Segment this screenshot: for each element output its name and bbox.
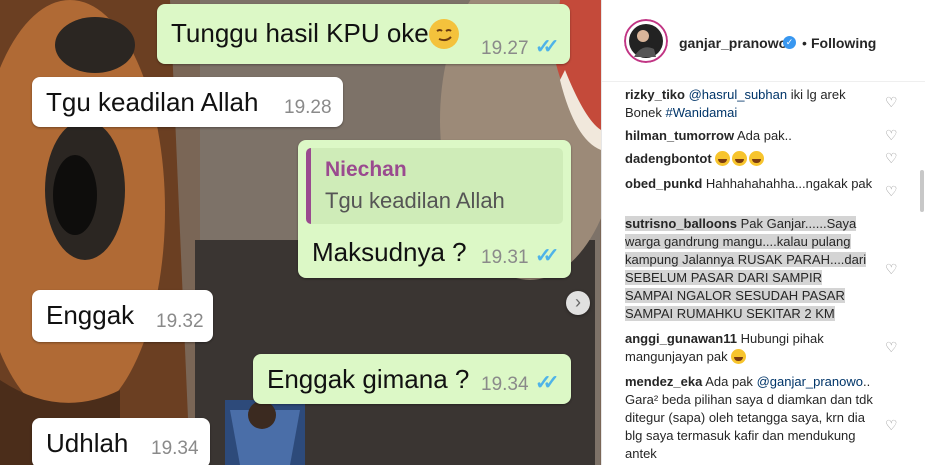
comment-username[interactable]: obed_punkd [625,176,702,191]
comment-username[interactable]: dadengbontot [625,151,712,166]
comment-username[interactable]: mendez_eka [625,374,702,389]
comment-item: dadengbontot [625,150,873,168]
message-time: 19.34 [151,438,199,459]
scrollbar[interactable] [920,170,924,212]
heart-icon[interactable]: ♡ [885,150,898,167]
message-text: Enggak gimana ? [267,364,470,394]
message-text: Maksudnya ? [312,237,467,267]
chat-bubble-outgoing: Enggak gimana ? 19.34 ✓✓ [253,354,571,404]
comment-item: mendez_eka Ada pak @ganjar_pranowo.. Gar… [625,373,873,463]
heart-icon[interactable]: ♡ [885,127,898,144]
separator-dot: • [802,35,807,51]
message-text: Enggak [46,300,135,330]
profile-username[interactable]: ganjar_pranowo [679,35,787,51]
comments-list[interactable]: rizky_tiko @hasrul_subhan iki lg arek Bo… [602,82,925,465]
comment-text: Ada pak.. [736,128,792,143]
message-time: 19.31 [481,247,529,268]
post-header: ganjar_pranowo ✓ • Following [602,0,925,82]
comment-mention[interactable]: @hasrul_subhan [689,87,787,102]
double-check-icon: ✓✓ [535,245,559,267]
laughing-emoji-icon [731,349,747,364]
post-image: Tunggu hasil KPU oke 19.27 ✓✓ Tgu keadil… [0,0,601,465]
heart-icon[interactable]: ♡ [885,417,898,434]
quote-text: Tgu keadilan Allah [325,188,505,213]
comment-text: Pak Ganjar......Saya warga gandrung mang… [625,216,867,321]
comment-mention[interactable]: @ganjar_pranowo [757,374,863,389]
message-text: Tunggu hasil KPU oke [171,18,429,48]
quoted-message: Niechan Tgu keadilan Allah [306,148,563,224]
avatar[interactable] [624,19,668,63]
heart-icon[interactable]: ♡ [885,183,898,200]
heart-icon[interactable]: ♡ [885,261,898,278]
chat-bubble-outgoing: Tunggu hasil KPU oke 19.27 ✓✓ [157,4,570,64]
chat-bubble-incoming: Udhlah 19.34 [32,418,210,465]
laughing-emoji-icon [749,151,765,166]
double-check-icon: ✓✓ [535,372,559,394]
message-time: 19.32 [156,311,204,332]
comment-hashtag[interactable]: #Wanidamai [665,105,737,120]
comment-username[interactable]: anggi_gunawan11 [625,331,737,346]
laughing-emoji-icon [715,151,731,166]
message-text: Udhlah [46,428,129,458]
comment-item: sutrisno_balloons Pak Ganjar......Saya w… [625,215,873,323]
chevron-right-icon[interactable]: › [566,291,590,315]
comment-item: rizky_tiko @hasrul_subhan iki lg arek Bo… [625,86,873,122]
comment-text: Ada pak [705,374,753,389]
comment-username[interactable]: sutrisno_balloons [625,216,737,231]
double-check-icon: ✓✓ [535,36,559,58]
heart-icon[interactable]: ♡ [885,339,898,356]
comment-text: Hahhahahahha...ngakak pak [705,176,873,191]
message-text: Tgu keadilan Allah [46,87,259,117]
message-time: 19.34 [481,374,529,395]
post-sidebar: ganjar_pranowo ✓ • Following rizky_tiko … [601,0,925,465]
message-time: 19.27 [481,38,529,59]
chat-bubble-incoming: Tgu keadilan Allah 19.28 [32,77,343,127]
comment-username[interactable]: rizky_tiko [625,87,685,102]
quote-author: Niechan [325,158,407,181]
comment-username[interactable]: hilman_tumorrow [625,128,734,143]
smirk-emoji-icon [429,19,459,49]
comment-item: hilman_tumorrow Ada pak.. [625,127,873,145]
chat-bubble-outgoing-reply: Niechan Tgu keadilan Allah Maksudnya ? 1… [298,140,571,278]
message-time: 19.28 [284,97,332,118]
laughing-emoji-icon [732,151,748,166]
comment-item: obed_punkd Hahhahahahha...ngakak pak [625,175,873,193]
verified-badge-icon: ✓ [783,36,796,49]
heart-icon[interactable]: ♡ [885,94,898,111]
comment-item: anggi_gunawan11 Hubungi pihak mangunjaya… [625,330,873,366]
following-button[interactable]: Following [811,35,876,51]
chat-bubble-incoming: Enggak 19.32 [32,290,213,342]
